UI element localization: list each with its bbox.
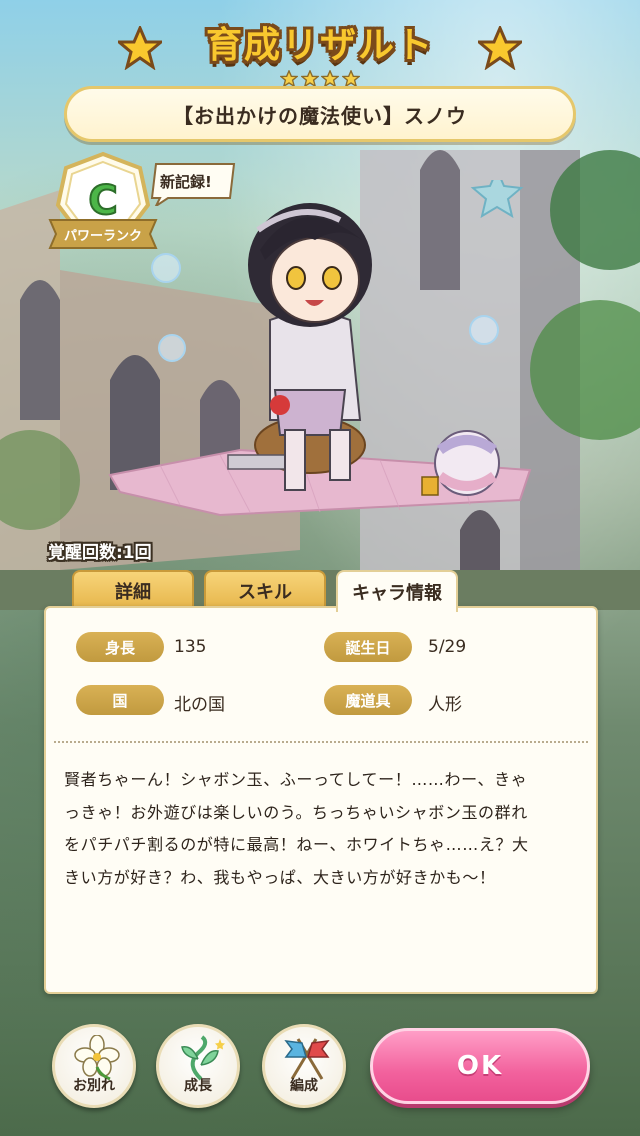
description-line: をパチパチ割るのが特に最高！ねー、ホワイトちゃ……え？大 <box>64 835 529 854</box>
card-name-bar: 【お出かけの魔法使い】スノウ <box>64 86 576 142</box>
tab-skills[interactable]: スキル <box>204 570 326 610</box>
character-description: 賢者ちゃーん！シャボン玉、ふーってしてー！……わー、きゃ っきゃ！お外遊びは楽し… <box>64 764 584 894</box>
growth-button[interactable]: 成長 <box>156 1024 240 1108</box>
height-label: 身長 <box>76 632 164 662</box>
tab-character-info[interactable]: キャラ情報 <box>336 570 458 612</box>
tab-skills-label: スキル <box>238 582 292 603</box>
country-value: 北の国 <box>174 695 225 715</box>
card-name: 【お出かけの魔法使い】スノウ <box>173 103 467 128</box>
tab-details-label: 詳細 <box>115 582 151 603</box>
country-label: 国 <box>76 685 164 715</box>
farewell-label: お別れ <box>73 1078 115 1094</box>
magic-tool-value: 人形 <box>428 695 462 715</box>
ok-label: OK <box>456 1051 504 1081</box>
farewell-button[interactable]: お別れ <box>52 1024 136 1108</box>
ok-button[interactable]: OK <box>370 1028 590 1104</box>
character-illustration <box>108 180 532 517</box>
character-info-panel: 身長 135 誕生日 5/29 国 北の国 魔道具 人形 賢者ちゃーん！シャボン… <box>44 606 598 994</box>
birthday-label: 誕生日 <box>324 632 412 662</box>
height-value: 135 <box>174 637 207 657</box>
star-icon <box>478 26 522 70</box>
description-line: 賢者ちゃーん！シャボン玉、ふーってしてー！……わー、きゃ <box>64 770 528 789</box>
formation-button[interactable]: 編成 <box>262 1024 346 1108</box>
magic-tool-label: 魔道具 <box>324 685 412 715</box>
formation-label: 編成 <box>290 1078 318 1094</box>
description-line: きい方が好き？わ、我もやっぱ、大きい方が好きかも～！ <box>64 867 496 887</box>
growth-label: 成長 <box>184 1078 212 1094</box>
title-area: 育成リザルト <box>0 8 640 70</box>
tab-character-info-label: キャラ情報 <box>352 583 442 604</box>
divider <box>54 741 588 743</box>
page-title: 育成リザルト <box>205 25 434 66</box>
tab-details[interactable]: 詳細 <box>72 570 194 610</box>
description-line: っきゃ！お外遊びは楽しいのう。ちっちゃいシャボン玉の群れ <box>64 802 528 822</box>
birthday-value: 5/29 <box>428 637 467 657</box>
awakening-count: 覚醒回数:1回 <box>48 543 152 563</box>
